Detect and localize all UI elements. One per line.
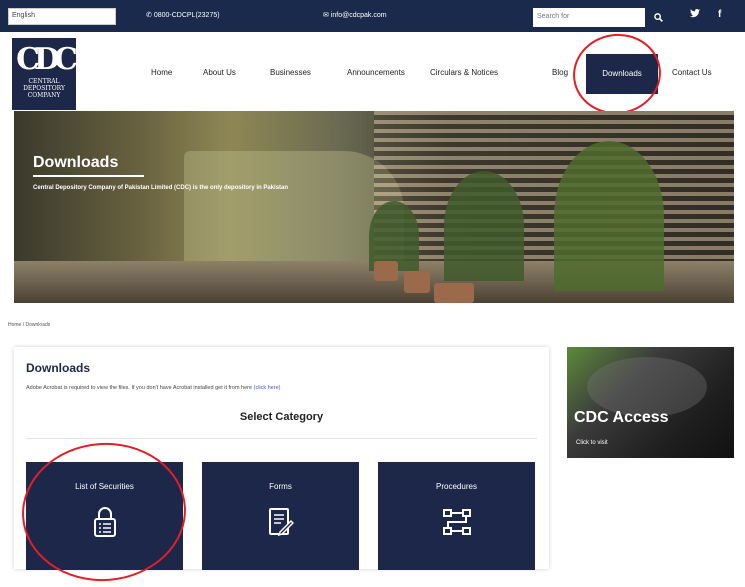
top-bar: English ✆ 0800-CDCPL(23275) ✉ info@cdcpa… — [0, 0, 745, 32]
search-button[interactable] — [645, 8, 671, 27]
nav-circulars-notices[interactable]: Circulars & Notices — [430, 68, 498, 77]
plant-pot — [404, 271, 430, 293]
banner-underline — [33, 175, 144, 177]
nav-about-us[interactable]: About Us — [203, 68, 236, 77]
nav-contact-us[interactable]: Contact Us — [672, 68, 712, 77]
plant-image — [554, 141, 664, 291]
logo-line: COMPANY — [27, 92, 61, 99]
breadcrumb[interactable]: Home / Downloads — [8, 322, 50, 328]
phone-icon: ✆ — [146, 12, 154, 19]
tile-procedures[interactable]: Procedures — [378, 462, 535, 570]
cdc-logo[interactable]: CDC CENTRAL DEPOSITORY COMPANY — [12, 38, 78, 110]
email-address[interactable]: ✉ info@cdcpak.com — [323, 11, 387, 19]
downloads-heading: Downloads — [26, 361, 91, 375]
site-header: CDC CENTRAL DEPOSITORY COMPANY Home Abou… — [0, 28, 745, 120]
cdc-access-promo[interactable]: CDC Access Click to visit — [567, 347, 734, 458]
nav-businesses[interactable]: Businesses — [270, 68, 311, 77]
document-edit-icon — [268, 508, 294, 537]
tile-forms[interactable]: Forms — [202, 462, 359, 570]
hero-banner: Downloads Central Depository Company of … — [14, 111, 734, 303]
phone-text: 0800-CDCPL(23275) — [153, 12, 220, 19]
plant-image — [444, 171, 524, 281]
twitter-icon[interactable] — [690, 9, 700, 21]
tile-label: Procedures — [436, 482, 477, 491]
acrobat-note: Adobe Acrobat is required to view the fi… — [26, 385, 281, 391]
select-category-heading: Select Category — [239, 411, 324, 423]
nav-home[interactable]: Home — [151, 68, 172, 77]
mail-icon: ✉ — [323, 12, 331, 19]
tile-label: Forms — [269, 482, 292, 491]
banner-title: Downloads — [33, 154, 119, 171]
facebook-icon[interactable]: f — [718, 9, 721, 20]
plant-pot — [434, 283, 474, 303]
logo-mark: CDC — [16, 42, 78, 77]
plant-pot — [374, 261, 398, 281]
process-flow-icon — [442, 509, 471, 535]
language-select[interactable]: English — [8, 8, 116, 25]
divider — [26, 438, 537, 439]
logo-line: DEPOSITORY — [23, 85, 65, 92]
banner-subtitle: Central Depository Company of Pakistan L… — [33, 185, 289, 191]
promo-graphic — [587, 357, 707, 417]
nav-announcements[interactable]: Announcements — [347, 68, 405, 77]
logo-line: CENTRAL — [28, 78, 60, 85]
highlight-circle-downloads — [567, 28, 667, 120]
promo-title: CDC Access — [574, 409, 669, 426]
acrobat-link[interactable]: (click here) — [254, 385, 281, 391]
nav-blog[interactable]: Blog — [552, 68, 568, 77]
email-text: info@cdcpak.com — [330, 12, 387, 19]
search-icon — [653, 13, 663, 22]
phone-number: ✆ 0800-CDCPL(23275) — [146, 11, 220, 19]
acrobat-note-text: Adobe Acrobat is required to view the fi… — [26, 385, 253, 391]
search-input[interactable]: Search for — [533, 8, 645, 27]
promo-link[interactable]: Click to visit — [576, 440, 608, 446]
downloads-card: Downloads Adobe Acrobat is required to v… — [14, 347, 549, 587]
